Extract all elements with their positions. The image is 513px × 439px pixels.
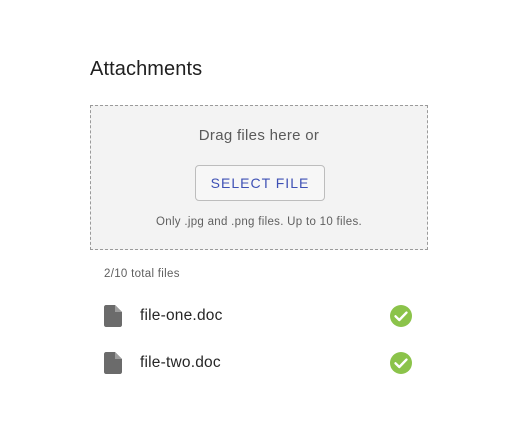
file-name: file-one.doc <box>140 307 223 324</box>
file-count: 2/10 total files <box>104 268 180 280</box>
page-title: Attachments <box>90 58 203 80</box>
select-file-button[interactable]: SELECT FILE <box>195 165 325 201</box>
file-type-hint: Only .jpg and .png files. Up to 10 files… <box>156 216 362 228</box>
file-icon <box>104 305 122 327</box>
check-circle-icon <box>390 305 412 327</box>
attachments-page: Attachments Drag files here or SELECT FI… <box>0 0 513 439</box>
file-list-item: file-one.doc <box>104 305 416 329</box>
file-list-item: file-two.doc <box>104 352 416 376</box>
check-circle-icon <box>390 352 412 374</box>
file-dropzone[interactable]: Drag files here or SELECT FILE Only .jpg… <box>90 105 428 250</box>
file-name: file-two.doc <box>140 354 221 371</box>
file-icon <box>104 352 122 374</box>
drag-text: Drag files here or <box>198 127 320 144</box>
